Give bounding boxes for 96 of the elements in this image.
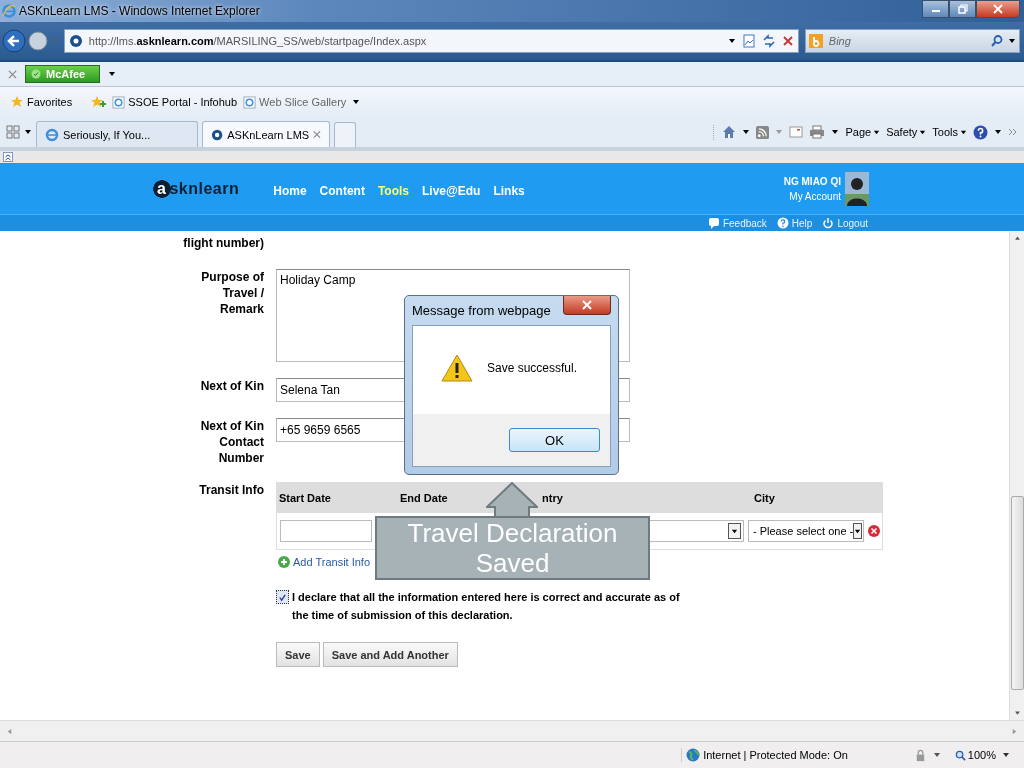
home-icon[interactable]: [722, 125, 737, 139]
globe-icon: [686, 748, 701, 762]
avatar: [845, 171, 869, 206]
close-button[interactable]: [976, 0, 1020, 18]
power-icon: [822, 217, 835, 229]
caret-icon[interactable]: [932, 751, 941, 759]
column-header: City: [754, 492, 776, 504]
restore-button[interactable]: [949, 0, 976, 18]
country-select[interactable]: [648, 520, 744, 542]
chevron-icon[interactable]: [1008, 128, 1018, 136]
browser-tab[interactable]: Seriously, If You...: [36, 121, 198, 147]
caret-icon: [731, 527, 738, 535]
delete-icon[interactable]: [868, 525, 880, 537]
user-name: NG MIAO QI: [783, 175, 841, 187]
caret-icon[interactable]: [727, 37, 736, 45]
field-label: Purpose of Travel / Remark: [200, 269, 264, 318]
city-select[interactable]: - Please select one -: [748, 520, 864, 542]
caret-icon[interactable]: [1008, 37, 1016, 45]
start-date-field[interactable]: [280, 520, 372, 542]
close-icon: [582, 300, 592, 310]
command-menu[interactable]: Tools: [932, 126, 967, 138]
column-header: Start Date: [279, 492, 332, 504]
search-box[interactable]: Bing: [804, 29, 1020, 53]
ok-button[interactable]: OK: [509, 428, 600, 452]
favorites-button[interactable]: Favorites: [10, 95, 73, 109]
browser-logo-icon: [45, 127, 59, 142]
zoom-button[interactable]: 100%: [954, 749, 996, 761]
column-header: ntry: [542, 492, 564, 504]
dialog-title: Message from webpage: [412, 303, 551, 318]
magnifier-icon: [954, 749, 966, 761]
collapse-icon[interactable]: [3, 152, 13, 162]
caret-icon[interactable]: [994, 128, 1002, 136]
scroll-down-icon[interactable]: [1013, 709, 1021, 716]
close-button[interactable]: [563, 296, 611, 315]
scroll-thumb[interactable]: [1010, 496, 1024, 690]
add-icon[interactable]: [278, 556, 290, 568]
favorites-link[interactable]: Web Slice Gallery: [243, 95, 347, 109]
security-zone: Internet | Protected Mode: On: [681, 748, 848, 762]
field-label: Next of Kin Contact Number: [199, 418, 264, 466]
add-transit-link[interactable]: Add Transit Info: [293, 556, 371, 568]
back-button-icon[interactable]: [2, 29, 26, 53]
close-icon[interactable]: [313, 130, 321, 139]
caret-icon[interactable]: [742, 128, 751, 136]
star-icon: [10, 95, 24, 109]
printer-icon[interactable]: [809, 125, 826, 139]
caret-icon[interactable]: [352, 98, 361, 106]
column-header: End Date: [400, 492, 449, 504]
caret-icon[interactable]: [24, 128, 32, 136]
address-field[interactable]: http://lms.asknlearn.com/MARSILING_SS/web/startpage/Index.aspx: [63, 29, 799, 53]
command-menu[interactable]: Page: [845, 126, 881, 138]
help-icon[interactable]: [973, 124, 988, 140]
caret-icon: [873, 128, 881, 136]
command-menu[interactable]: Safety: [886, 126, 927, 138]
dialog-message: Save successful.: [487, 361, 578, 375]
caret-icon: [854, 527, 862, 535]
declaration-text: I declare that all the information entered here is correct and accurate as of the time of submission of this declaration.: [292, 590, 681, 623]
search-icon[interactable]: [990, 34, 1004, 48]
callout-arrow: [486, 482, 538, 518]
search-engine-icon: [808, 34, 823, 48]
site-icon: [68, 34, 83, 48]
refresh-icon[interactable]: [761, 34, 776, 48]
compatibility-view-icon[interactable]: [741, 34, 756, 48]
vertical-scrollbar[interactable]: [1009, 231, 1024, 720]
speech-bubble-icon: [707, 217, 720, 229]
window-title: ASKnLearn LMS - Windows Internet Explorer: [19, 4, 260, 18]
callout: Travel Declaration Saved: [375, 516, 650, 580]
feeds-icon[interactable]: [756, 125, 770, 139]
field-label: flight number): [182, 235, 264, 251]
restore-icon: [957, 4, 968, 14]
declaration-checkbox[interactable]: [276, 590, 289, 604]
stop-icon[interactable]: [781, 35, 794, 47]
caret-icon[interactable]: [108, 70, 117, 78]
browser-logo-icon: [2, 4, 16, 18]
field-label: Next of Kin: [199, 378, 264, 395]
close-icon[interactable]: [8, 69, 17, 79]
field-label: Transit Info: [198, 482, 264, 499]
forward-button-icon[interactable]: [27, 31, 48, 51]
caret-icon: [919, 128, 927, 136]
check-icon: [31, 69, 41, 79]
minimize-button[interactable]: [922, 0, 949, 18]
form-button[interactable]: Save and Add Another: [322, 642, 458, 667]
favorites-link[interactable]: SSOE Portal - Infohub: [112, 95, 238, 109]
warning-icon: [441, 354, 473, 382]
form-button[interactable]: Save: [276, 642, 320, 667]
caret-icon: [960, 128, 967, 136]
close-icon: [993, 4, 1003, 14]
site-icon: [211, 127, 224, 142]
page-icon: [112, 95, 126, 109]
caret-icon[interactable]: [831, 128, 840, 136]
scroll-up-icon[interactable]: [1013, 235, 1021, 242]
page-icon: [243, 95, 257, 109]
caret-icon[interactable]: [1002, 751, 1010, 759]
browser-tab[interactable]: ASKnLearn LMS: [202, 121, 330, 147]
add-favorite-icon[interactable]: [90, 95, 107, 109]
check-icon: [278, 592, 287, 602]
search-field[interactable]: Bing: [826, 34, 986, 48]
